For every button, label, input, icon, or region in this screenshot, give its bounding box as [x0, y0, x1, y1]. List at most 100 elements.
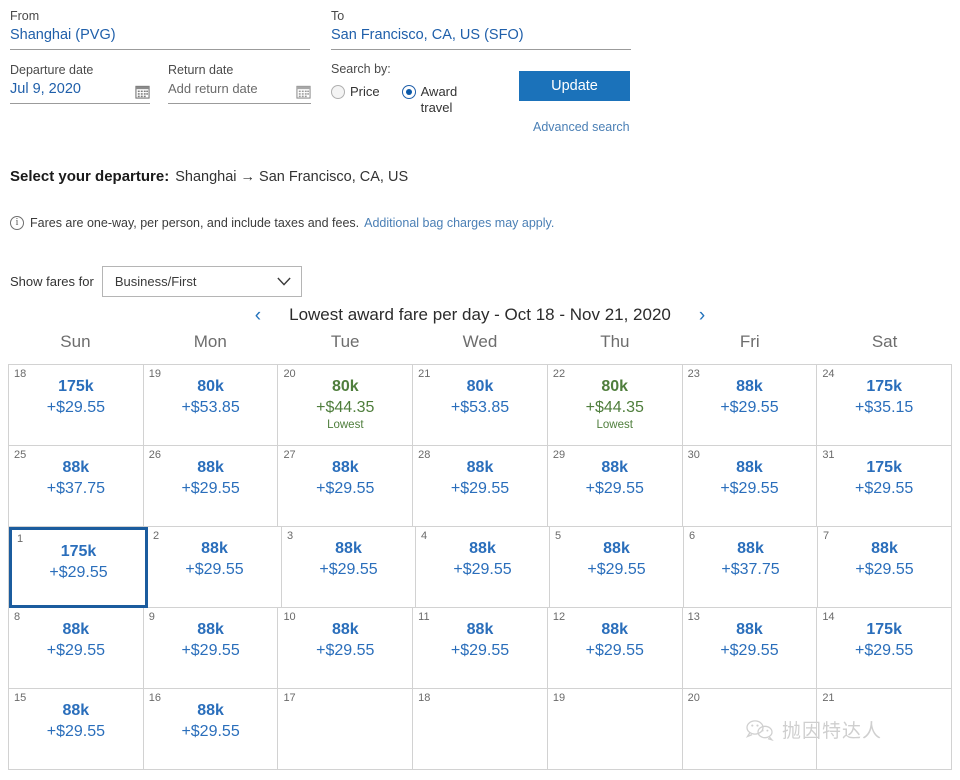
calendar-day-cell[interactable]: 19 80k +$53.85	[143, 365, 279, 446]
to-field[interactable]: To San Francisco, CA, US (SFO)	[331, 8, 631, 50]
calendar-day-cell[interactable]: 8 88k +$29.55	[9, 608, 144, 689]
info-icon: i	[10, 216, 24, 230]
next-week-arrow[interactable]: ›	[685, 306, 719, 325]
calendar-day-cell[interactable]: 31 175k +$29.55	[817, 446, 953, 527]
calendar-day-cell[interactable]: 23 88k +$29.55	[682, 365, 818, 446]
radio-award-travel-indicator[interactable]	[401, 85, 416, 99]
fare-info: 88k +$29.55	[413, 446, 547, 499]
fare-tax: +$29.55	[720, 480, 779, 497]
calendar-day-cell[interactable]: 29 88k +$29.55	[547, 446, 683, 527]
to-input[interactable]: San Francisco, CA, US (SFO)	[331, 24, 631, 50]
cabin-class-select[interactable]: Business/First	[101, 266, 302, 297]
prev-week-arrow[interactable]: ‹	[241, 306, 275, 325]
fare-miles: 80k	[466, 378, 494, 395]
departure-date-field[interactable]: Departure date Jul 9, 2020	[10, 62, 150, 104]
calendar-day-cell[interactable]: 19	[547, 689, 683, 770]
calendar-icon[interactable]	[296, 84, 311, 99]
calendar-day-cell[interactable]: 18 175k +$29.55	[9, 365, 144, 446]
calendar-day-cell[interactable]: 3 88k +$29.55	[282, 527, 416, 608]
fare-tax: +$37.75	[46, 480, 105, 497]
day-number: 24	[822, 368, 835, 380]
fare-tax: +$29.55	[855, 642, 914, 659]
from-input[interactable]: Shanghai (PVG)	[10, 24, 310, 50]
fare-tax: +$29.55	[720, 642, 779, 659]
fare-miles: 175k	[58, 378, 94, 395]
lowest-fare-badge: Lowest	[596, 419, 633, 431]
update-button[interactable]: Update	[519, 71, 630, 101]
departure-date-input[interactable]: Jul 9, 2020	[10, 78, 81, 103]
day-number: 1	[17, 533, 24, 545]
calendar-day-cell[interactable]: 20	[682, 689, 818, 770]
search-by-group: Search by: Price Award travel	[331, 62, 521, 116]
chevron-down-icon[interactable]	[277, 277, 291, 286]
from-label: From	[10, 9, 40, 23]
route-text: Shanghai → San Francisco, CA, US	[175, 169, 409, 185]
calendar-day-cell[interactable]: 21 80k +$53.85	[413, 365, 548, 446]
radio-award-travel[interactable]: Award travel	[401, 84, 483, 116]
day-number: 20	[283, 368, 296, 380]
calendar-day-cell-selected[interactable]: 1 175k +$29.55	[9, 527, 148, 608]
calendar-day-cell[interactable]: 4 88k +$29.55	[416, 527, 550, 608]
fare-miles: 88k	[62, 621, 90, 638]
return-date-input[interactable]: Add return date	[168, 78, 258, 103]
day-of-week-sat: Sat	[871, 332, 898, 351]
calendar-day-cell[interactable]: 9 88k +$29.55	[143, 608, 279, 689]
calendar-day-cell[interactable]: 18	[413, 689, 548, 770]
calendar-day-cell[interactable]: 30 88k +$29.55	[682, 446, 818, 527]
calendar-day-cell[interactable]: 16 88k +$29.55	[143, 689, 279, 770]
fare-tax: +$29.55	[185, 561, 244, 578]
calendar-day-cell[interactable]: 21	[817, 689, 953, 770]
day-number: 2	[153, 530, 160, 542]
fare-tax: +$29.55	[181, 480, 240, 497]
day-of-week-header: Sun Mon Tue Wed Thu Fri Sat	[8, 332, 952, 352]
day-number: 22	[552, 368, 566, 380]
calendar-day-cell[interactable]: 27 88k +$29.55	[278, 446, 414, 527]
calendar-day-cell[interactable]: 14 175k +$29.55	[817, 608, 953, 689]
from-field[interactable]: From Shanghai (PVG)	[10, 8, 310, 50]
radio-price[interactable]: Price	[331, 84, 380, 116]
advanced-search-link[interactable]: Advanced search	[533, 120, 630, 134]
calendar-day-cell[interactable]: 11 88k +$29.55	[413, 608, 548, 689]
fare-miles: 88k	[62, 459, 90, 476]
calendar-day-cell[interactable]: 17	[278, 689, 414, 770]
day-of-week-fri: Fri	[739, 332, 760, 351]
calendar-day-cell[interactable]: 20 80k +$44.35 Lowest	[278, 365, 414, 446]
calendar-day-cell[interactable]: 22 80k +$44.35 Lowest	[547, 365, 683, 446]
fare-info: 88k +$29.55	[148, 527, 281, 580]
calendar-day-cell[interactable]: 2 88k +$29.55	[148, 527, 282, 608]
page-root: From Shanghai (PVG) To San Francisco, CA…	[0, 0, 960, 780]
fare-miles: 80k	[601, 378, 629, 395]
fare-tax: +$53.85	[181, 399, 240, 416]
calendar-day-cell[interactable]: 28 88k +$29.55	[413, 446, 548, 527]
fare-miles: 80k	[197, 378, 224, 395]
calendar-title: Lowest award fare per day - Oct 18 - Nov…	[289, 305, 671, 324]
calendar-day-cell[interactable]: 25 88k +$37.75	[9, 446, 144, 527]
bag-charges-link[interactable]: Additional bag charges may apply.	[364, 216, 554, 230]
fare-miles: 88k	[197, 702, 224, 719]
return-date-label: Return date	[168, 63, 234, 77]
calendar-day-cell[interactable]: 6 88k +$37.75	[684, 527, 818, 608]
calendar-day-cell[interactable]: 12 88k +$29.55	[547, 608, 683, 689]
fare-tax: +$29.55	[316, 480, 375, 497]
calendar-day-cell[interactable]: 26 88k +$29.55	[143, 446, 279, 527]
fare-info: 88k +$29.55	[683, 365, 817, 418]
calendar-day-cell[interactable]: 13 88k +$29.55	[682, 608, 818, 689]
calendar-day-cell[interactable]: 24 175k +$35.15	[817, 365, 953, 446]
fare-tax: +$53.85	[450, 399, 510, 416]
calendar-icon[interactable]	[135, 84, 150, 99]
day-number: 8	[14, 611, 21, 623]
fare-miles: 88k	[601, 621, 629, 638]
fare-info: 88k +$29.55	[548, 608, 682, 661]
calendar-week-row: 8 88k +$29.55 9 88k +$29.55 10 88k +$29.55 11 88k +…	[9, 608, 953, 689]
day-number: 15	[14, 692, 27, 704]
day-number: 31	[822, 449, 835, 461]
fare-tax: +$29.55	[316, 642, 375, 659]
calendar-day-cell[interactable]: 7 88k +$29.55	[818, 527, 952, 608]
fare-miles: 88k	[62, 702, 90, 719]
calendar-day-cell[interactable]: 10 88k +$29.55	[278, 608, 414, 689]
return-date-field[interactable]: Return date Add return date	[168, 62, 311, 104]
radio-price-indicator[interactable]	[331, 85, 345, 99]
day-number: 30	[687, 449, 700, 461]
calendar-day-cell[interactable]: 15 88k +$29.55	[9, 689, 144, 770]
calendar-day-cell[interactable]: 5 88k +$29.55	[550, 527, 684, 608]
